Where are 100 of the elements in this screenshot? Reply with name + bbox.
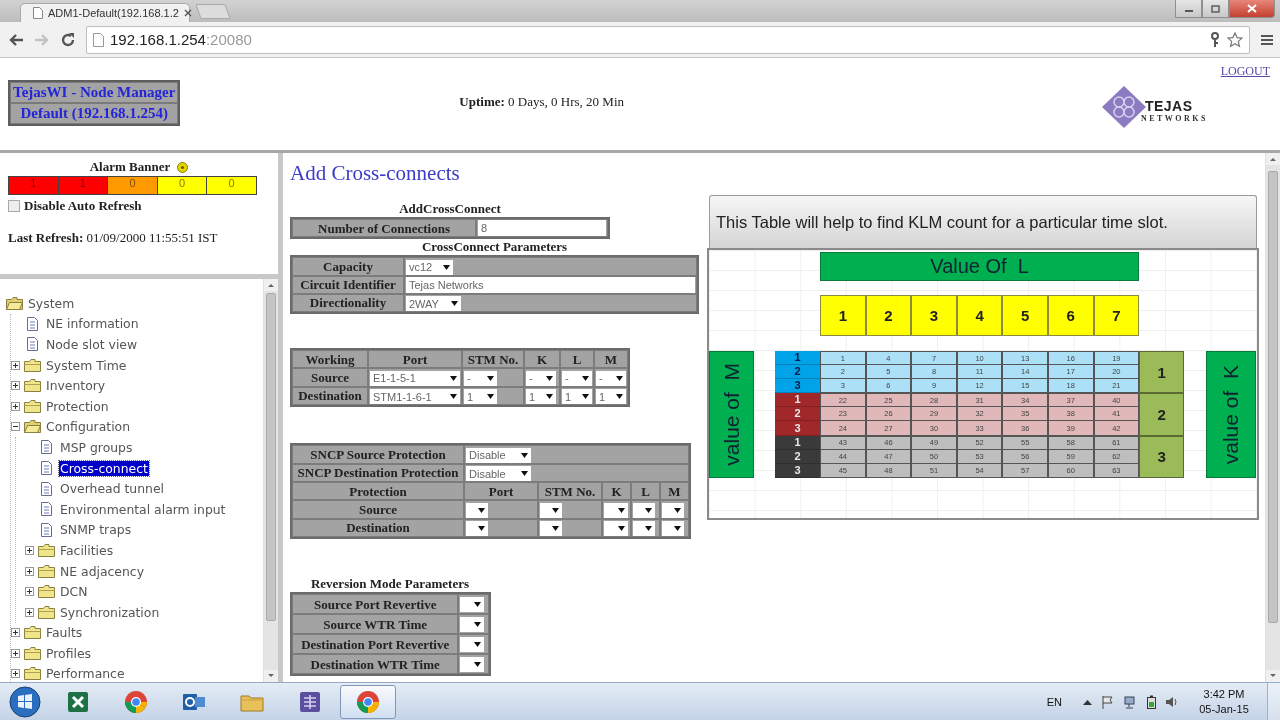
tree-item[interactable]: Faults xyxy=(45,625,84,641)
checkbox[interactable] xyxy=(8,200,20,212)
dropdown[interactable]: 1 xyxy=(464,389,497,405)
plus-icon[interactable] xyxy=(11,628,20,638)
plus-icon[interactable] xyxy=(25,566,34,576)
folder-icon xyxy=(24,379,41,393)
taskbar-button[interactable] xyxy=(340,684,396,719)
field-label: Number of Connections xyxy=(292,219,476,237)
dropdown[interactable] xyxy=(460,637,485,653)
tree-item[interactable]: Performance xyxy=(45,666,126,682)
dropdown[interactable]: Disable xyxy=(466,447,531,463)
dropdown[interactable] xyxy=(604,521,628,537)
language-indicator[interactable]: EN xyxy=(1046,695,1062,708)
field-label: Capacity xyxy=(292,257,404,276)
start-icon[interactable] xyxy=(9,685,41,718)
tree-item[interactable]: Profiles xyxy=(45,645,92,661)
dropdown[interactable] xyxy=(466,502,488,518)
dropdown[interactable] xyxy=(633,521,655,537)
caret-icon xyxy=(552,526,559,532)
tree-item[interactable]: Configuration xyxy=(45,419,132,435)
maximize-button[interactable] xyxy=(1202,0,1229,18)
dropdown[interactable]: - xyxy=(464,370,497,386)
reload-icon[interactable] xyxy=(60,31,76,48)
plus-icon[interactable] xyxy=(11,381,20,391)
address-field[interactable]: 192.168.1.254:20080 xyxy=(86,25,1250,54)
dropdown[interactable] xyxy=(662,502,684,518)
back-icon[interactable] xyxy=(8,32,24,47)
plus-icon[interactable] xyxy=(25,545,34,555)
battery-icon[interactable] xyxy=(1147,694,1156,709)
dropdown[interactable]: 1 xyxy=(526,389,556,405)
dropdown[interactable]: Disable xyxy=(466,466,531,482)
tree-item[interactable]: Protection xyxy=(45,398,110,414)
tree-item[interactable]: NE information xyxy=(45,316,140,332)
clock[interactable]: 3:42 PM 05-Jan-15 xyxy=(1196,686,1252,717)
dropdown[interactable] xyxy=(604,502,628,518)
tree-item[interactable]: Facilities xyxy=(59,542,115,558)
tree-item[interactable]: NE adjacency xyxy=(59,563,145,579)
dropdown[interactable] xyxy=(460,617,485,633)
number-field[interactable]: 8 xyxy=(478,220,606,236)
scroll-thumb[interactable] xyxy=(1268,171,1278,623)
menu-icon[interactable] xyxy=(1260,32,1274,47)
tree-item[interactable]: DCN xyxy=(59,584,89,600)
plus-icon[interactable] xyxy=(11,360,20,370)
caret-icon xyxy=(474,642,482,648)
close-button[interactable] xyxy=(1229,0,1275,18)
tree-item[interactable]: Overhead tunnel xyxy=(59,481,165,497)
dropdown[interactable] xyxy=(466,521,488,537)
scroll-thumb[interactable] xyxy=(266,293,276,621)
tree-item[interactable]: Inventory xyxy=(45,378,107,394)
minus-icon[interactable] xyxy=(11,422,20,432)
text-field[interactable]: Tejas Networks xyxy=(406,276,695,293)
close-icon[interactable] xyxy=(183,9,192,17)
tree-item[interactable]: System Time xyxy=(45,357,128,373)
caret-up-icon[interactable] xyxy=(1083,698,1092,705)
plus-icon[interactable] xyxy=(11,648,20,658)
dropdown[interactable]: STM1-1-6-1 xyxy=(370,389,460,405)
tree-item[interactable]: SNMP traps xyxy=(59,522,133,538)
tree-item[interactable]: MSP groups xyxy=(59,439,134,455)
tree-item[interactable]: System xyxy=(27,295,76,311)
dropdown[interactable] xyxy=(540,502,562,518)
caret-icon xyxy=(521,452,528,458)
volume-icon[interactable] xyxy=(1165,694,1179,709)
flag-icon[interactable] xyxy=(1101,694,1115,709)
logout-link[interactable]: LOGOUT xyxy=(1220,64,1270,79)
caret-icon xyxy=(521,471,528,477)
caret-icon xyxy=(618,507,625,513)
plus-icon[interactable] xyxy=(25,587,34,597)
star-icon[interactable] xyxy=(1227,31,1243,48)
tree-item[interactable]: Environmental alarm input xyxy=(59,501,227,517)
dropdown[interactable] xyxy=(662,521,684,537)
caret-icon xyxy=(450,375,457,381)
dropdown[interactable]: 2WAY xyxy=(406,296,461,312)
dropdown[interactable] xyxy=(460,657,485,673)
plus-icon[interactable] xyxy=(25,607,34,617)
dropdown[interactable]: - xyxy=(562,370,592,386)
plus-icon[interactable] xyxy=(11,401,20,411)
minimize-button[interactable] xyxy=(1175,0,1202,18)
dropdown[interactable] xyxy=(633,502,655,518)
dropdown[interactable]: - xyxy=(596,370,626,386)
folder-icon xyxy=(38,605,55,619)
help-icon[interactable] xyxy=(177,161,189,173)
tree-item[interactable]: Synchronization xyxy=(59,604,161,620)
column-header: Port xyxy=(368,350,462,369)
dropdown[interactable]: E1-1-5-1 xyxy=(370,370,460,386)
caret-icon xyxy=(616,375,623,381)
column-header: Working xyxy=(292,350,368,369)
tree-item[interactable]: Cross-connect xyxy=(59,460,149,476)
caret-icon xyxy=(552,507,559,513)
row-header: 2 xyxy=(775,365,820,380)
network-icon[interactable] xyxy=(1124,694,1138,709)
browser-tab[interactable]: ADM1-Default(192.168.1.2 xyxy=(20,3,190,22)
tree-item[interactable]: Node slot view xyxy=(45,337,139,352)
dropdown[interactable]: vc12 xyxy=(406,259,453,275)
dropdown[interactable]: 1 xyxy=(562,389,592,405)
dropdown[interactable] xyxy=(540,521,562,537)
dropdown[interactable]: 1 xyxy=(596,389,626,405)
dropdown[interactable]: - xyxy=(526,370,556,386)
dropdown[interactable] xyxy=(460,597,485,613)
key-icon[interactable] xyxy=(1209,31,1221,48)
plus-icon[interactable] xyxy=(11,669,20,679)
